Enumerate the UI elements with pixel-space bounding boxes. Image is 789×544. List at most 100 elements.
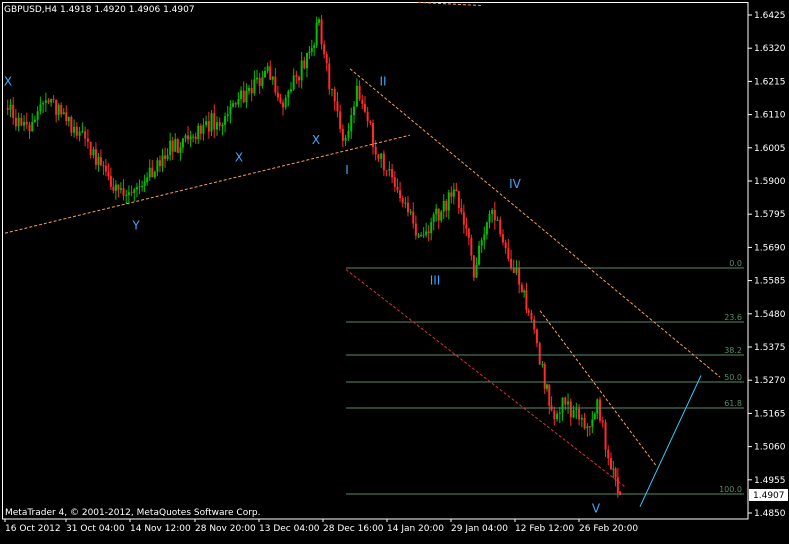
candle-body (70, 116, 73, 133)
candle-body (467, 228, 470, 238)
candle-body (102, 165, 105, 167)
candle-body (475, 264, 478, 278)
candle-body (264, 70, 267, 78)
copyright: MetaTrader 4, © 2001-2012, MetaQuotes So… (5, 508, 261, 518)
candle-body (210, 113, 213, 132)
candle-body (422, 234, 425, 236)
wave-label: V (592, 501, 601, 515)
candle-body (393, 177, 396, 187)
candle-body (84, 131, 87, 139)
candle-body (234, 103, 237, 105)
candle-body (318, 19, 320, 23)
candle-body (558, 412, 561, 414)
candle-body (153, 171, 156, 178)
candle-body (462, 212, 465, 225)
candle-body (65, 112, 68, 122)
candle-body (202, 125, 205, 134)
candle-body (62, 112, 65, 115)
y-tick-label: 1.5165 (754, 409, 786, 419)
candle-body (17, 117, 20, 127)
candle-body (472, 255, 475, 278)
candle-body (133, 189, 136, 194)
candle-body (237, 99, 240, 105)
x-tick-label: 14 Nov 12:00 (130, 524, 191, 534)
y-tick-label: 1.6320 (754, 44, 786, 54)
candle-body (31, 121, 34, 132)
x-tick-label: 13 Dec 04:00 (259, 524, 320, 534)
wave-label: X (4, 74, 12, 88)
candle-body (455, 189, 458, 192)
wave-label: I (345, 163, 349, 177)
candle-body (67, 116, 70, 122)
candle-body (591, 419, 594, 427)
candle-body (114, 184, 117, 191)
candle-body (156, 160, 159, 172)
candle-body (33, 119, 36, 122)
candle-body (575, 408, 578, 410)
candle-body (224, 116, 227, 125)
candle-body (447, 192, 450, 211)
candle-body (450, 192, 453, 197)
candle-body (535, 329, 538, 344)
candle-body (406, 202, 409, 213)
candle-body (181, 138, 184, 148)
candle-body (92, 149, 95, 156)
candle-body (388, 169, 391, 171)
candle-body (369, 121, 372, 124)
candle-body (328, 63, 331, 90)
candle-body (245, 90, 248, 103)
candle-body (588, 426, 591, 428)
candle-body (282, 102, 284, 108)
candle-body (583, 418, 586, 429)
candle-body (546, 384, 548, 389)
candle-body (125, 194, 128, 196)
candle-body (295, 75, 298, 77)
candle-body (261, 77, 264, 87)
last-price-label: 1.4907 (753, 491, 785, 501)
candle-body (226, 114, 229, 117)
candle-body (417, 235, 420, 237)
candle-body (420, 234, 423, 236)
candle-body (323, 44, 326, 55)
candle-body (491, 210, 494, 215)
candle-body (151, 167, 154, 178)
candle-body (445, 200, 448, 211)
candle-body (572, 409, 575, 418)
candle-body (465, 224, 468, 229)
y-tick-label: 1.6425 (754, 11, 786, 21)
candle-body (303, 60, 306, 69)
candle-body (366, 111, 369, 122)
candle-body (313, 45, 316, 49)
candle-body (109, 176, 112, 187)
candle-body (207, 121, 210, 132)
candle-body (284, 97, 287, 108)
candle-body (578, 408, 581, 420)
candle-body (298, 76, 300, 81)
x-tick-label: 31 Oct 04:00 (66, 524, 125, 534)
candle-body (300, 60, 303, 81)
candle-body (141, 185, 144, 187)
candle-body (127, 192, 130, 195)
candle-body (250, 87, 253, 94)
candle-body (586, 426, 589, 429)
candle-body (380, 153, 383, 159)
candle-body (437, 208, 440, 221)
candle-body (50, 98, 53, 103)
candle-body (292, 75, 295, 90)
candle-body (440, 211, 443, 221)
candle-body (499, 219, 502, 235)
candle-body (599, 399, 602, 421)
candle-body (229, 106, 232, 115)
candle-body (138, 186, 141, 188)
candle-body (358, 85, 361, 100)
wave-label: III (430, 274, 441, 288)
candle-body (374, 146, 377, 155)
candle-body (97, 157, 100, 165)
candle-body (164, 155, 167, 159)
candle-body (430, 222, 433, 234)
candle-body (333, 88, 336, 102)
candle-body (218, 122, 221, 127)
candle-body (176, 139, 179, 153)
candle-body (256, 77, 259, 80)
x-tick-label: 12 Feb 12:00 (515, 524, 574, 534)
